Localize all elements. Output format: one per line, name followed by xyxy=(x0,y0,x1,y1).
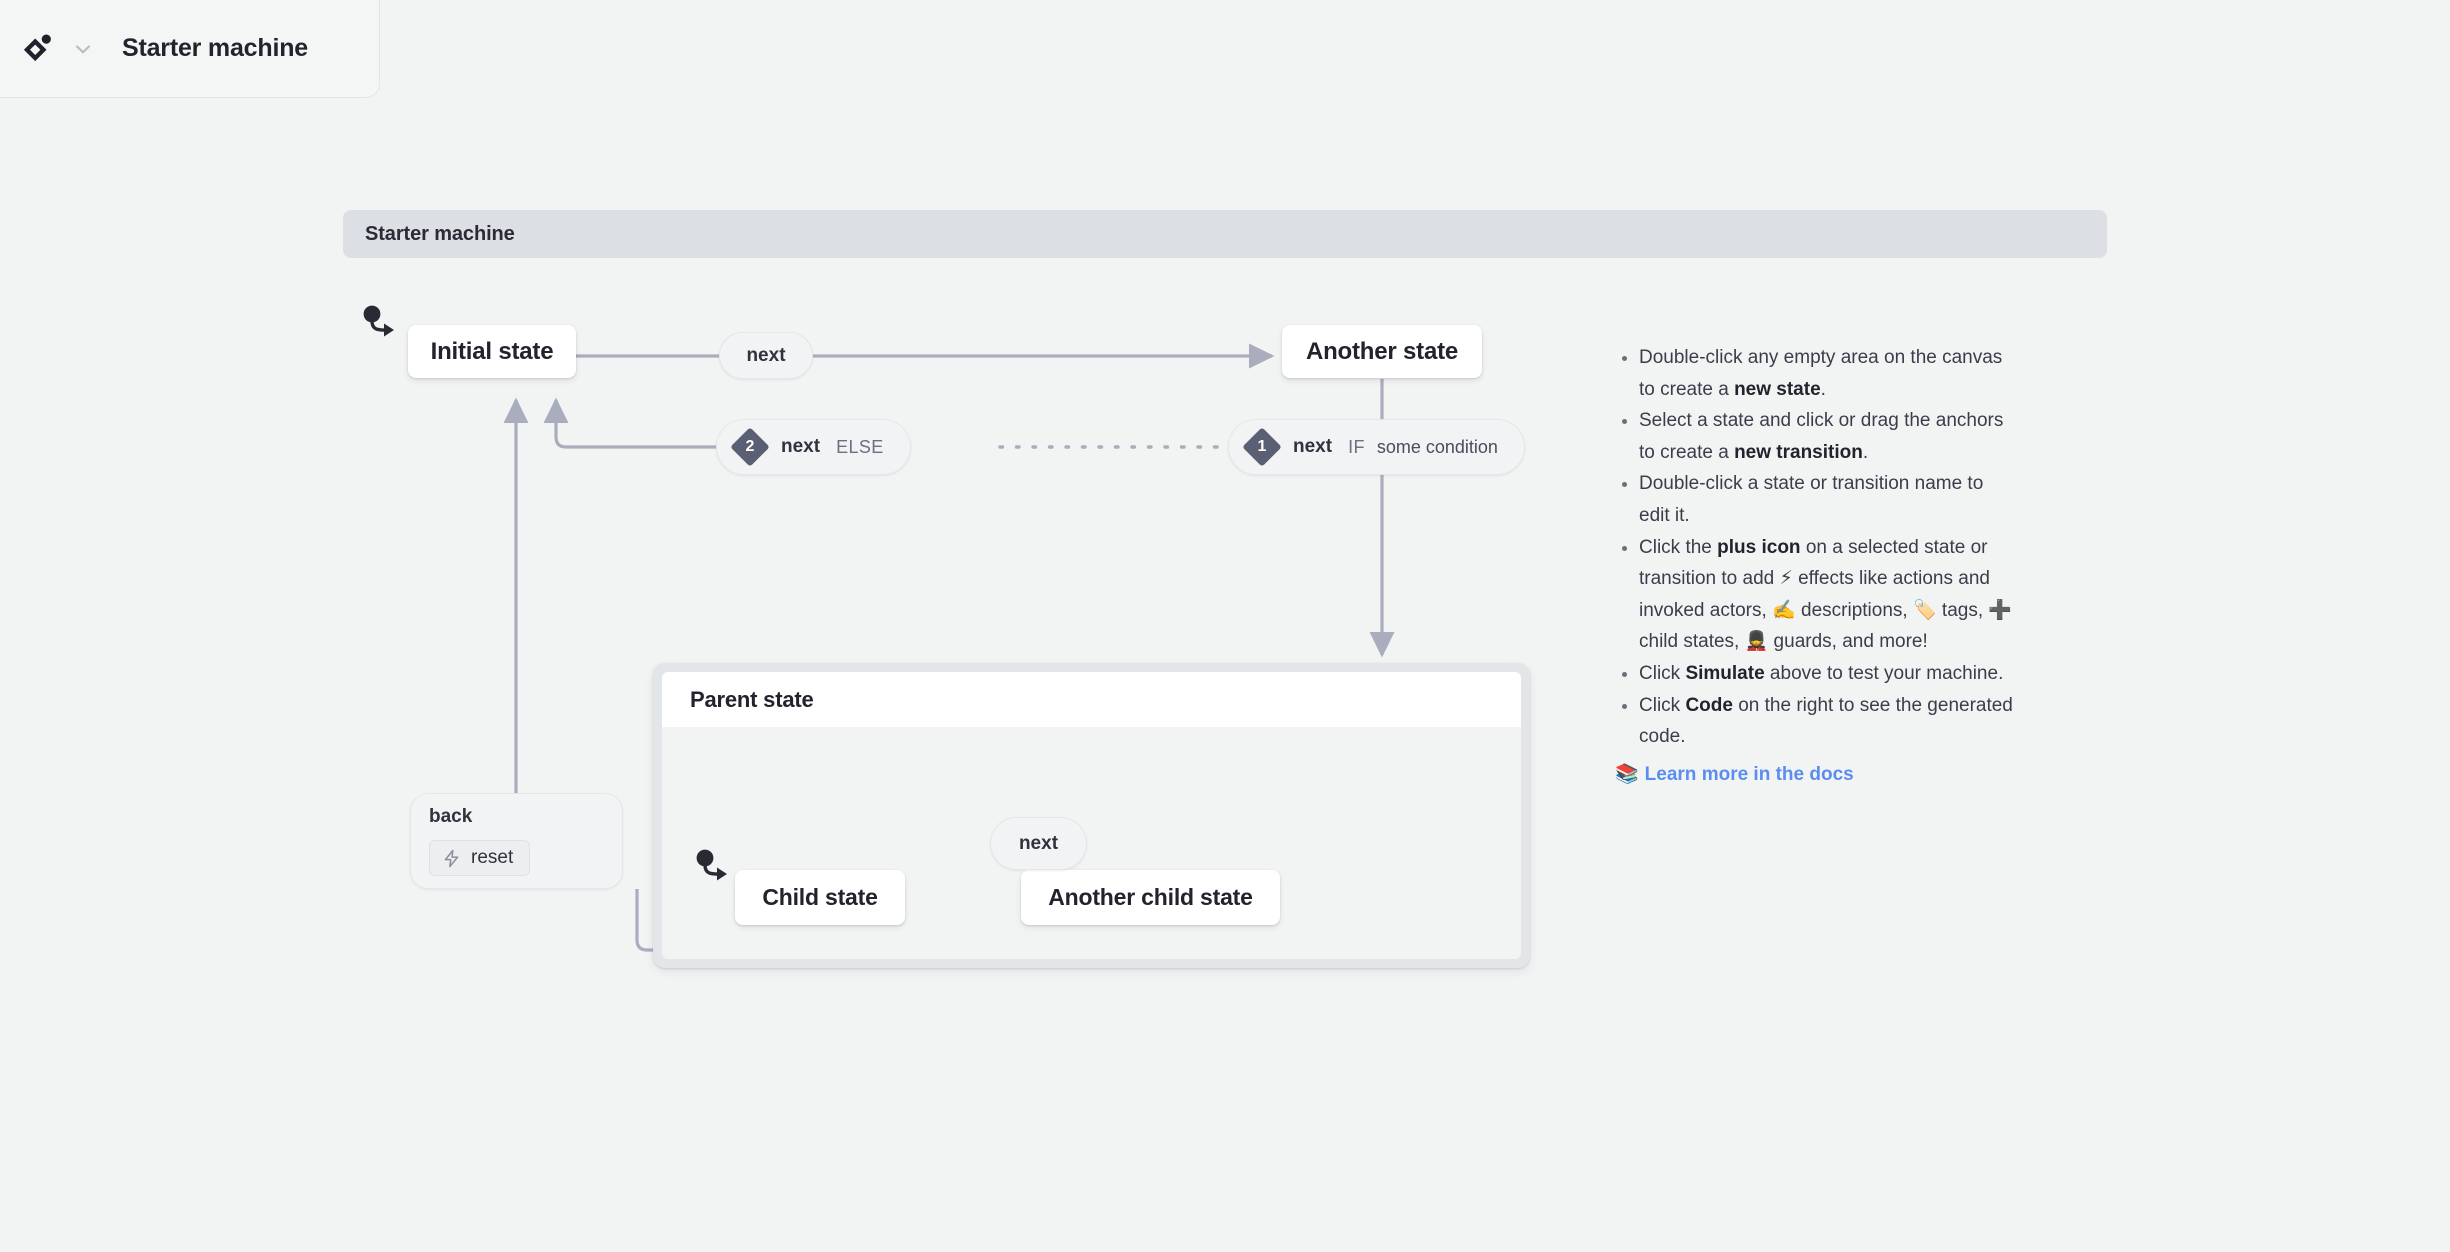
help-emoji-icon: ✍️ xyxy=(1772,599,1796,621)
stately-logo-icon[interactable] xyxy=(20,29,60,69)
help-text: Double-click a state or transition name … xyxy=(1639,473,1983,526)
chevron-down-icon[interactable] xyxy=(72,38,94,60)
help-emphasis: Code xyxy=(1685,695,1733,716)
initial-state-marker-icon xyxy=(362,305,396,341)
help-emphasis: new state xyxy=(1734,379,1821,400)
transition-event-label: next xyxy=(746,345,785,367)
state-label: Another state xyxy=(1306,338,1458,366)
learn-more-docs-link[interactable]: 📚 Learn more in the docs xyxy=(1615,759,2015,791)
machine-title: Starter machine xyxy=(365,223,515,246)
transition-next-initial-to-another[interactable]: next xyxy=(719,332,813,379)
transition-back[interactable]: back reset xyxy=(410,793,623,889)
transition-order-badge-icon: 1 xyxy=(1245,430,1279,464)
help-emoji-icon: 💂 xyxy=(1745,630,1769,652)
transition-next-child-to-another-child[interactable]: next xyxy=(990,817,1087,870)
transition-guard-expression: some condition xyxy=(1377,437,1498,458)
transition-order-number: 2 xyxy=(746,439,755,455)
help-text: descriptions, xyxy=(1796,600,1913,621)
help-list-item: Click the plus icon on a selected state … xyxy=(1639,532,2015,658)
state-node-initial-state[interactable]: Initial state xyxy=(408,325,576,378)
app-title: Starter machine xyxy=(122,34,308,63)
help-list-item: Click Code on the right to see the gener… xyxy=(1639,690,2015,753)
transition-edges xyxy=(0,0,2450,1252)
app-header: Starter machine xyxy=(0,0,380,98)
help-text: above to test your machine. xyxy=(1765,663,2004,684)
transition-guard-keyword: ELSE xyxy=(836,437,884,458)
help-text: . xyxy=(1863,442,1868,463)
help-text: child states, xyxy=(1639,631,1745,652)
transition-action-label: reset xyxy=(471,847,513,869)
state-node-parent-state[interactable]: Parent state Child state Another child s… xyxy=(653,663,1530,968)
transition-event-label: next xyxy=(781,436,820,458)
parent-state-body[interactable]: Child state Another child state xyxy=(662,727,1521,959)
state-label: Initial state xyxy=(431,338,554,366)
help-text: Click the xyxy=(1639,537,1717,558)
help-emphasis: Simulate xyxy=(1685,663,1764,684)
state-machine-canvas[interactable]: Starter machine Initial state Another st… xyxy=(0,0,2450,1252)
help-emoji-icon: ➕ xyxy=(1988,599,2012,621)
transition-action-chip[interactable]: reset xyxy=(429,840,530,876)
lightning-bolt-icon xyxy=(442,849,461,868)
transition-event-label: back xyxy=(429,806,604,828)
help-text: guards, and more! xyxy=(1768,631,1927,652)
help-list-item: Click Simulate above to test your machin… xyxy=(1639,658,2015,690)
help-emphasis: new transition xyxy=(1734,442,1863,463)
state-node-another-state[interactable]: Another state xyxy=(1282,325,1482,378)
learn-more-docs-label: Learn more in the docs xyxy=(1645,764,1854,785)
transition-event-label: next xyxy=(1293,436,1332,458)
transition-next-if[interactable]: 1 next IF some condition xyxy=(1228,419,1525,475)
state-label: Child state xyxy=(762,884,877,911)
help-text: tags, xyxy=(1937,600,1989,621)
transition-event-label: next xyxy=(1019,833,1058,855)
help-list-item: Double-click a state or transition name … xyxy=(1639,468,2015,531)
transition-order-badge-icon: 2 xyxy=(733,430,767,464)
help-text: . xyxy=(1821,379,1826,400)
help-emoji-icon: ⚡ xyxy=(1779,567,1792,589)
help-text: Click xyxy=(1639,695,1685,716)
help-list-item: Double-click any empty area on the canva… xyxy=(1639,342,2015,405)
state-node-child-state[interactable]: Child state xyxy=(735,870,905,925)
help-instructions-panel: Double-click any empty area on the canva… xyxy=(1615,342,2015,790)
parent-state-header[interactable]: Parent state xyxy=(662,672,1521,727)
help-list: Double-click any empty area on the canva… xyxy=(1615,342,2015,753)
state-label: Parent state xyxy=(690,687,814,713)
transition-order-number: 1 xyxy=(1258,439,1267,455)
help-list-item: Select a state and click or drag the anc… xyxy=(1639,405,2015,468)
books-icon: 📚 xyxy=(1615,763,1639,785)
help-emoji-icon: 🏷️ xyxy=(1913,599,1937,621)
initial-state-marker-icon xyxy=(695,849,729,885)
transition-guard-keyword: IF xyxy=(1348,437,1365,458)
help-emphasis: plus icon xyxy=(1717,537,1800,558)
help-text: Click xyxy=(1639,663,1685,684)
state-label: Another child state xyxy=(1048,884,1253,911)
machine-title-bar[interactable]: Starter machine xyxy=(343,210,2107,258)
transition-next-else[interactable]: 2 next ELSE xyxy=(716,419,911,475)
state-node-another-child-state[interactable]: Another child state xyxy=(1021,870,1280,925)
